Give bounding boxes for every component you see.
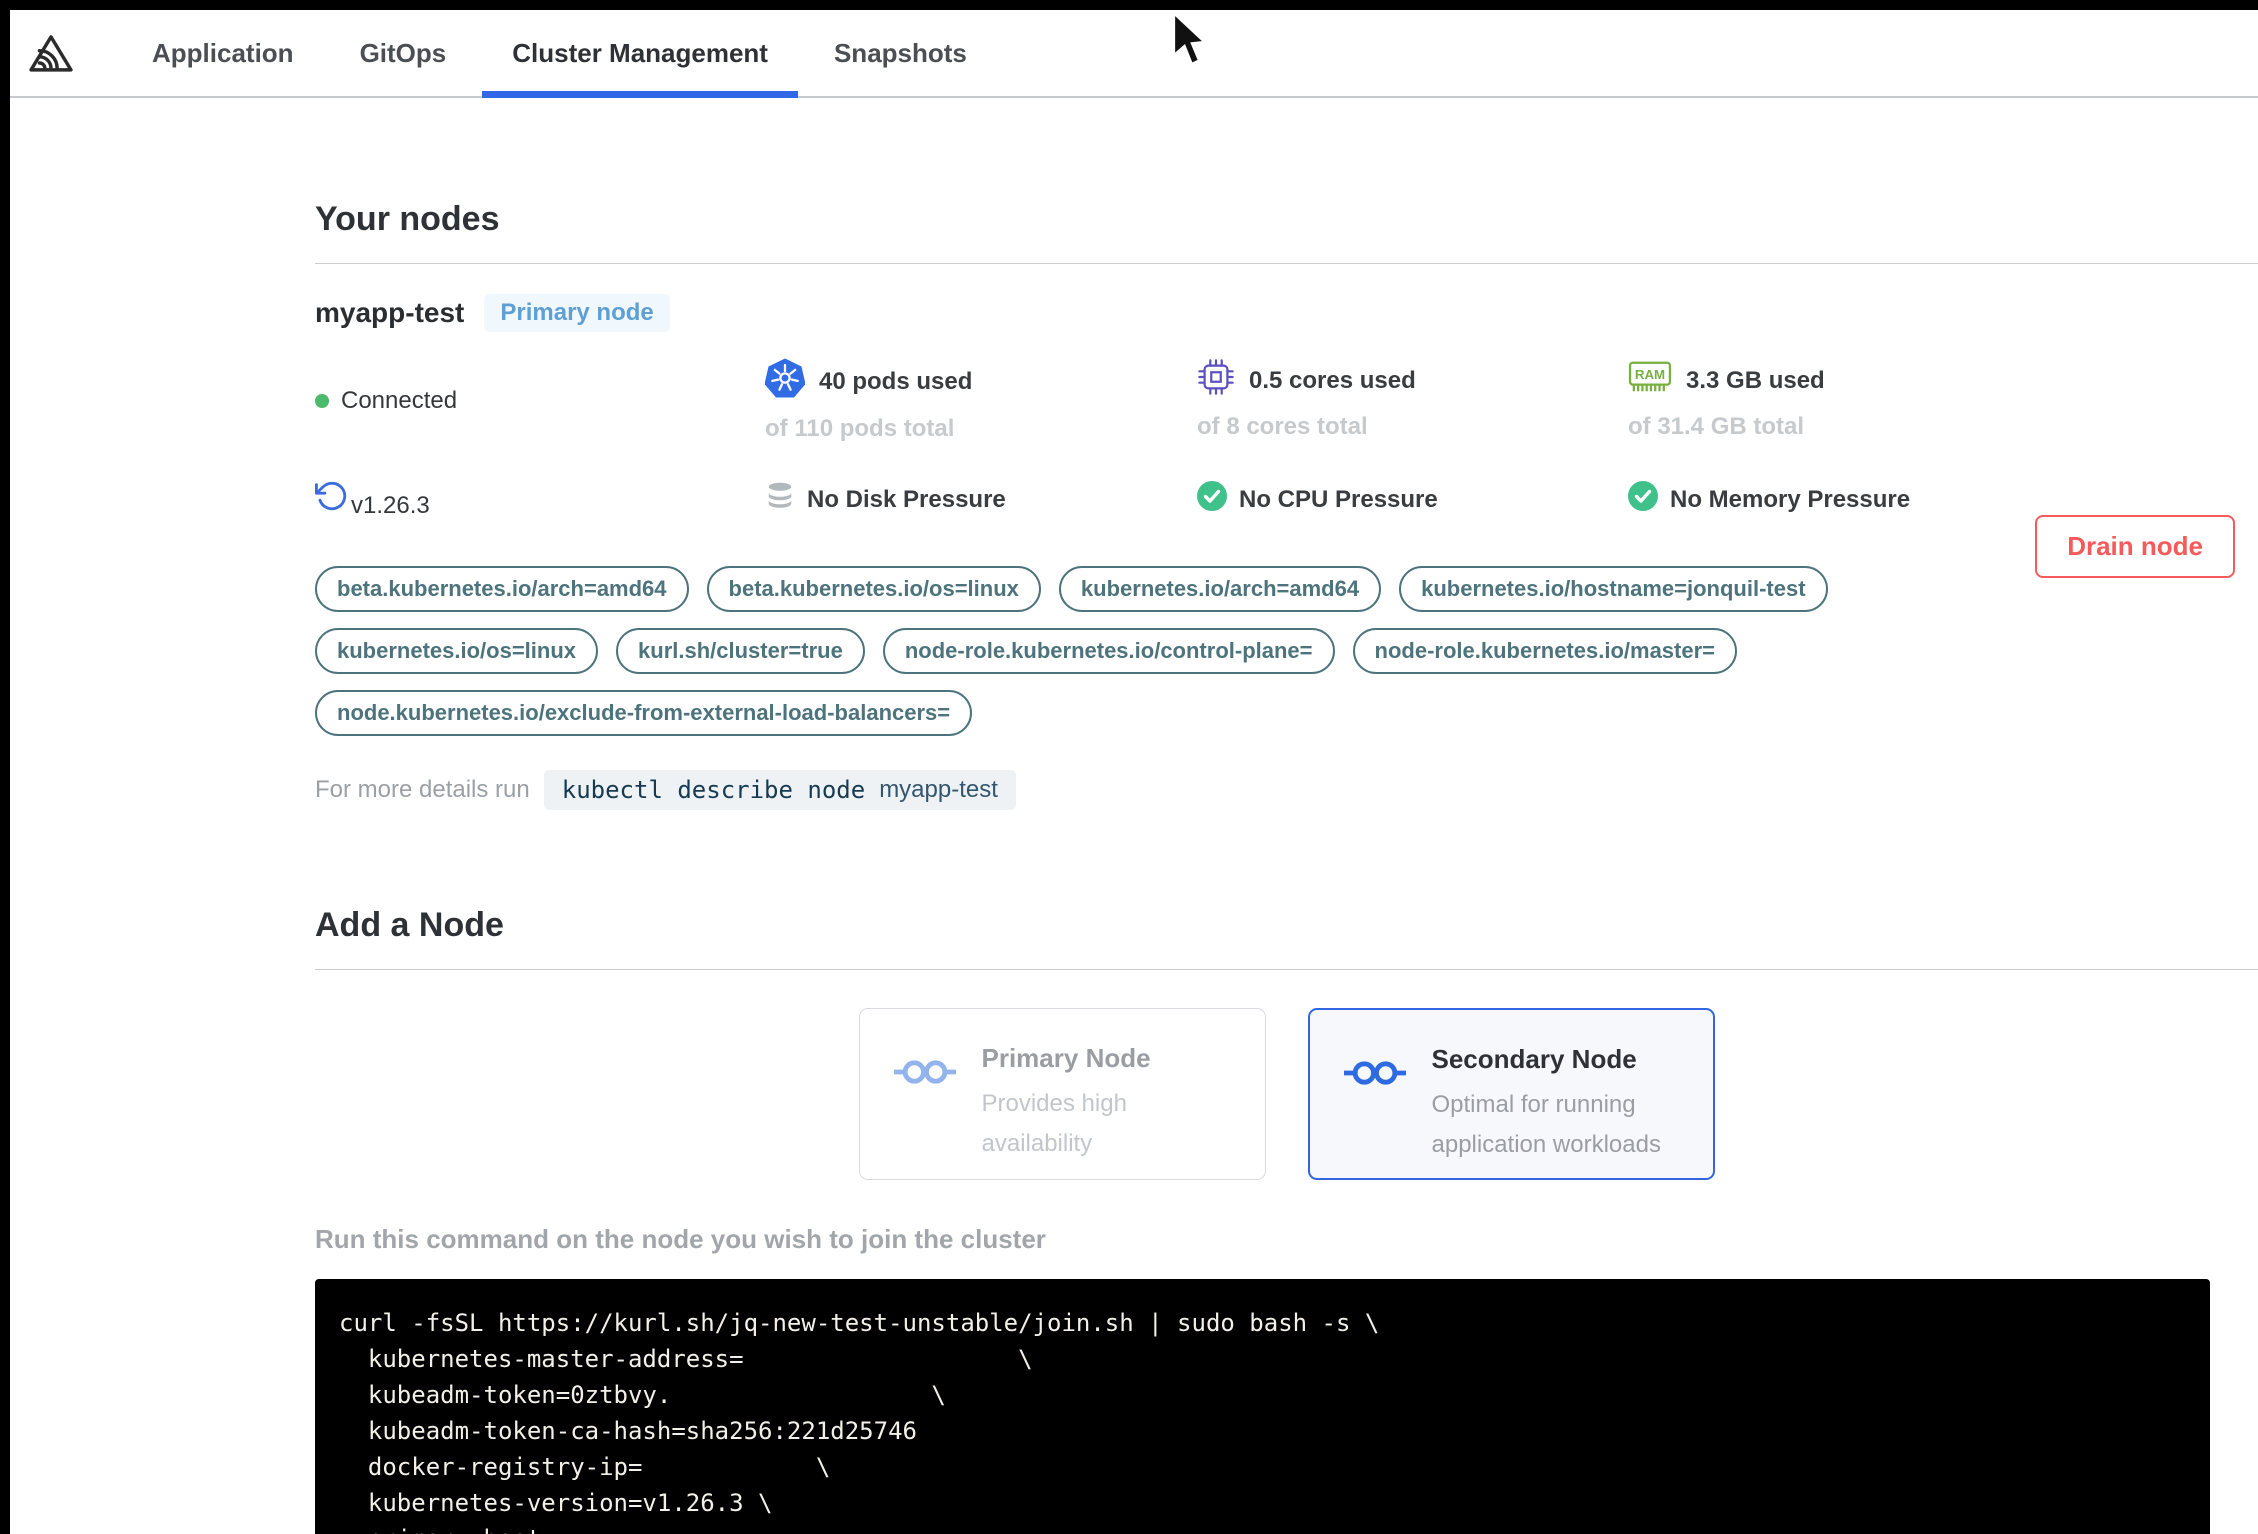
terminal-line: docker-registry-ip= \ <box>339 1453 831 1481</box>
node-labels: beta.kubernetes.io/arch=amd64 beta.kuber… <box>315 566 2045 736</box>
node-status: Connected <box>315 358 765 443</box>
primary-node-card-description: Provides high availability <box>981 1090 1127 1157</box>
memory-used-label: 3.3 GB used <box>1686 366 1825 394</box>
cores-stat: 0.5 cores used of 8 cores total <box>1197 358 1628 443</box>
node-label-pill: beta.kubernetes.io/os=linux <box>706 566 1041 612</box>
nodes-link-icon <box>1343 1056 1406 1178</box>
pods-used-label: 40 pods used <box>819 367 973 395</box>
cpu-pressure-label: No CPU Pressure <box>1239 485 1438 513</box>
node-label-pill: node-role.kubernetes.io/control-plane= <box>882 628 1335 674</box>
add-node-title: Add a Node <box>315 906 504 944</box>
tab-application[interactable]: Application <box>148 10 298 96</box>
node-type-options: Primary Node Provides high availability … <box>315 1008 2258 1180</box>
join-command-instruction: Run this command on the node you wish to… <box>315 1224 1046 1254</box>
node-label-pill: kubernetes.io/hostname=jonquil-test <box>1399 566 1828 612</box>
mouse-cursor-icon <box>1168 10 1209 75</box>
cpu-pressure-condition: No CPU Pressure <box>1197 479 1628 520</box>
secondary-node-card-title: Secondary Node <box>1431 1044 1637 1074</box>
memory-pressure-condition: No Memory Pressure <box>1628 479 2258 520</box>
memory-total-label: of 31.4 GB total <box>1628 413 1805 440</box>
node-label-pill: kubernetes.io/arch=amd64 <box>1058 566 1382 612</box>
details-prefix: For more details run <box>315 776 530 803</box>
node-label-pill: kubernetes.io/os=linux <box>315 628 599 674</box>
node-label-pill: node.kubernetes.io/exclude-from-external… <box>315 690 973 736</box>
version-label: v1.26.3 <box>351 492 430 519</box>
check-circle-icon <box>1197 481 1227 518</box>
section-divider <box>315 263 2258 264</box>
main-content: Your nodes myapp-test Primary node Conne… <box>10 200 2258 1534</box>
memory-stat: RAM 3.3 GB used of 31.4 GB total <box>1628 358 2258 443</box>
terminal-line: primary-host= <box>339 1521 2190 1534</box>
node-label-pill: beta.kubernetes.io/arch=amd64 <box>315 566 689 612</box>
primary-node-card[interactable]: Primary Node Provides high availability <box>858 1008 1266 1180</box>
ram-icon: RAM <box>1628 358 1672 403</box>
pods-total-label: of 110 pods total <box>765 415 955 442</box>
nodes-link-icon <box>893 1055 956 1179</box>
node-name-row: myapp-test Primary node <box>315 294 2258 332</box>
join-command-terminal: curl -fsSL https://kurl.sh/jq-new-test-u… <box>315 1279 2210 1534</box>
terminal-line: curl -fsSL https://kurl.sh/jq-new-test-u… <box>339 1309 1380 1337</box>
terminal-line: kubeadm-token-ca-hash=sha256:221d25746 <box>339 1417 917 1445</box>
check-circle-icon <box>1628 481 1658 518</box>
pods-stat: 40 pods used of 110 pods total <box>764 358 1197 443</box>
admin-console-window: Application GitOps Cluster Management Sn… <box>10 10 2258 1534</box>
tab-gitops[interactable]: GitOps <box>356 10 451 96</box>
terminal-line: kubernetes-master-address= \ <box>339 1345 1033 1373</box>
terminal-line: kubeadm-token=0ztbvy. \ <box>339 1381 946 1409</box>
node-name: myapp-test <box>315 297 465 328</box>
memory-pressure-label: No Memory Pressure <box>1670 485 1911 513</box>
drain-node-button[interactable]: Drain node <box>2035 515 2235 578</box>
node-status-label: Connected <box>341 386 458 414</box>
secondary-node-card[interactable]: Secondary Node Optimal for running appli… <box>1307 1008 1715 1180</box>
cores-used-label: 0.5 cores used <box>1249 366 1416 394</box>
svg-text:RAM: RAM <box>1635 367 1665 382</box>
disk-pressure-condition: No Disk Pressure <box>765 479 1197 520</box>
kubectl-node-arg: myapp-test <box>879 776 998 803</box>
tab-snapshots[interactable]: Snapshots <box>830 10 971 96</box>
terminal-line: kubernetes-version=v1.26.3 \ <box>339 1489 773 1517</box>
section-divider <box>315 969 2258 970</box>
app-logo-icon <box>28 32 74 74</box>
node-label-pill: kurl.sh/cluster=true <box>616 628 865 674</box>
primary-node-badge: Primary node <box>484 294 670 332</box>
kubectl-command: kubectl describe node <box>561 776 866 804</box>
secondary-node-card-description: Optimal for running application workload… <box>1431 1091 1661 1158</box>
disk-icon <box>765 481 795 518</box>
your-nodes-title: Your nodes <box>315 200 500 238</box>
node-version: v1.26.3 <box>315 479 765 520</box>
top-nav: Application GitOps Cluster Management Sn… <box>10 10 2258 98</box>
kubectl-command-chip: kubectl describe node myapp-test <box>543 770 1016 810</box>
cpu-icon <box>1197 358 1235 403</box>
node-label-pill: node-role.kubernetes.io/master= <box>1352 628 1738 674</box>
version-icon <box>315 479 349 520</box>
kubernetes-icon <box>764 358 806 405</box>
primary-node-card-title: Primary Node <box>981 1043 1151 1073</box>
cores-total-label: of 8 cores total <box>1197 413 1368 440</box>
connected-dot-icon <box>315 393 329 408</box>
nav-tabs: Application GitOps Cluster Management Sn… <box>148 10 971 98</box>
node-details-hint: For more details run kubectl describe no… <box>315 770 2258 810</box>
node-panel: myapp-test Primary node Connected 40 pod… <box>315 294 2258 810</box>
tab-cluster-management[interactable]: Cluster Management <box>482 10 798 98</box>
node-summary: myapp-test Primary node Connected 40 pod… <box>315 294 2258 520</box>
disk-pressure-label: No Disk Pressure <box>807 485 1006 513</box>
